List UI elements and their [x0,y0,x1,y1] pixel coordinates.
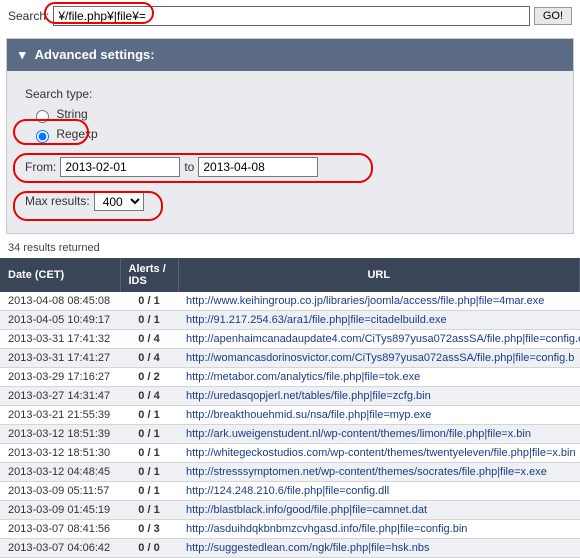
col-header-alerts[interactable]: Alerts / IDS [120,258,178,292]
cell-alerts: 0 / 1 [120,311,178,330]
cell-url[interactable]: http://stresssymptomen.net/wp-content/th… [178,463,580,482]
cell-url[interactable]: http://breakthouehmid.su/nsa/file.php|fi… [178,406,580,425]
cell-alerts: 0 / 1 [120,463,178,482]
advanced-settings-title: Advanced settings: [35,47,155,62]
search-label: Search: [8,9,49,23]
cell-url[interactable]: http://asduihdqkbnbmzcvhgasd.info/file.p… [178,520,580,539]
radio-string[interactable]: String [31,107,88,121]
table-row[interactable]: 2013-03-27 14:31:470 / 4http://uredasqop… [0,387,580,406]
table-row[interactable]: 2013-04-05 10:49:170 / 1http://91.217.25… [0,311,580,330]
search-type-label: Search type: [25,87,555,101]
table-row[interactable]: 2013-03-07 04:06:420 / 0http://suggested… [0,539,580,558]
cell-url[interactable]: http://apenhaimcanadaupdate4.com/CiTys89… [178,330,580,349]
table-row[interactable]: 2013-03-12 04:48:450 / 1http://stresssym… [0,463,580,482]
cell-alerts: 0 / 2 [120,368,178,387]
results-table: Date (CET) Alerts / IDS URL 2013-04-08 0… [0,258,580,558]
cell-url[interactable]: http://womancasdorinosvictor.com/CiTys89… [178,349,580,368]
cell-url[interactable]: http://suggestedlean.com/ngk/file.php|fi… [178,539,580,558]
table-row[interactable]: 2013-03-31 17:41:270 / 4http://womancasd… [0,349,580,368]
cell-alerts: 0 / 4 [120,387,178,406]
cell-date: 2013-03-27 14:31:47 [0,387,120,406]
cell-url[interactable]: http://www.keihingroup.co.jp/libraries/j… [178,292,580,311]
chevron-down-icon: ▾ [19,47,26,63]
from-label: From: [25,160,56,174]
table-row[interactable]: 2013-03-07 08:41:560 / 3http://asduihdqk… [0,520,580,539]
table-row[interactable]: 2013-03-21 21:55:390 / 1http://breakthou… [0,406,580,425]
go-button[interactable]: GO! [534,7,572,25]
advanced-settings-header[interactable]: ▾ Advanced settings: [7,39,573,71]
cell-url[interactable]: http://blastblack.info/good/file.php|fil… [178,501,580,520]
table-row[interactable]: 2013-04-08 08:45:080 / 1http://www.keihi… [0,292,580,311]
search-input[interactable] [53,6,529,26]
max-results-label: Max results: [25,194,90,208]
cell-date: 2013-03-29 17:16:27 [0,368,120,387]
table-row[interactable]: 2013-03-09 01:45:190 / 1http://blastblac… [0,501,580,520]
cell-alerts: 0 / 4 [120,349,178,368]
to-date-input[interactable] [198,157,318,177]
radio-regexp[interactable]: Regexp [31,127,98,141]
results-count: 34 results returned [8,242,572,254]
cell-alerts: 0 / 1 [120,292,178,311]
cell-alerts: 0 / 3 [120,520,178,539]
cell-date: 2013-03-12 18:51:39 [0,425,120,444]
cell-date: 2013-03-21 21:55:39 [0,406,120,425]
table-row[interactable]: 2013-03-12 18:51:300 / 1http://whitegeck… [0,444,580,463]
table-row[interactable]: 2013-03-12 18:51:390 / 1http://ark.uweig… [0,425,580,444]
cell-date: 2013-04-05 10:49:17 [0,311,120,330]
cell-url[interactable]: http://uredasqopjerl.net/tables/file.php… [178,387,580,406]
cell-url[interactable]: http://whitegeckostudios.com/wp-content/… [178,444,580,463]
cell-date: 2013-03-12 04:48:45 [0,463,120,482]
cell-url[interactable]: http://ark.uweigenstudent.nl/wp-content/… [178,425,580,444]
col-header-url[interactable]: URL [178,258,580,292]
cell-date: 2013-03-07 04:06:42 [0,539,120,558]
cell-date: 2013-03-09 05:11:57 [0,482,120,501]
cell-date: 2013-03-09 01:45:19 [0,501,120,520]
cell-date: 2013-04-08 08:45:08 [0,292,120,311]
table-row[interactable]: 2013-03-31 17:41:320 / 4http://apenhaimc… [0,330,580,349]
cell-alerts: 0 / 0 [120,539,178,558]
cell-alerts: 0 / 1 [120,425,178,444]
to-label: to [184,160,194,174]
cell-url[interactable]: http://91.217.254.63/ara1/file.php|file=… [178,311,580,330]
cell-alerts: 0 / 4 [120,330,178,349]
radio-regexp-label: Regexp [56,127,97,141]
cell-url[interactable]: http://124.248.210.6/file.php|file=confi… [178,482,580,501]
cell-date: 2013-03-12 18:51:30 [0,444,120,463]
radio-regexp-input[interactable] [36,130,49,143]
table-row[interactable]: 2013-03-29 17:16:270 / 2http://metabor.c… [0,368,580,387]
cell-alerts: 0 / 1 [120,482,178,501]
table-row[interactable]: 2013-03-09 05:11:570 / 1http://124.248.2… [0,482,580,501]
cell-alerts: 0 / 1 [120,501,178,520]
max-results-select[interactable]: 400 [94,191,144,211]
col-header-date[interactable]: Date (CET) [0,258,120,292]
cell-alerts: 0 / 1 [120,406,178,425]
cell-alerts: 0 / 1 [120,444,178,463]
cell-date: 2013-03-31 17:41:27 [0,349,120,368]
cell-date: 2013-03-07 08:41:56 [0,520,120,539]
radio-string-input[interactable] [36,110,49,123]
radio-string-label: String [56,107,87,121]
from-date-input[interactable] [60,157,180,177]
cell-url[interactable]: http://metabor.com/analytics/file.php|fi… [178,368,580,387]
cell-date: 2013-03-31 17:41:32 [0,330,120,349]
